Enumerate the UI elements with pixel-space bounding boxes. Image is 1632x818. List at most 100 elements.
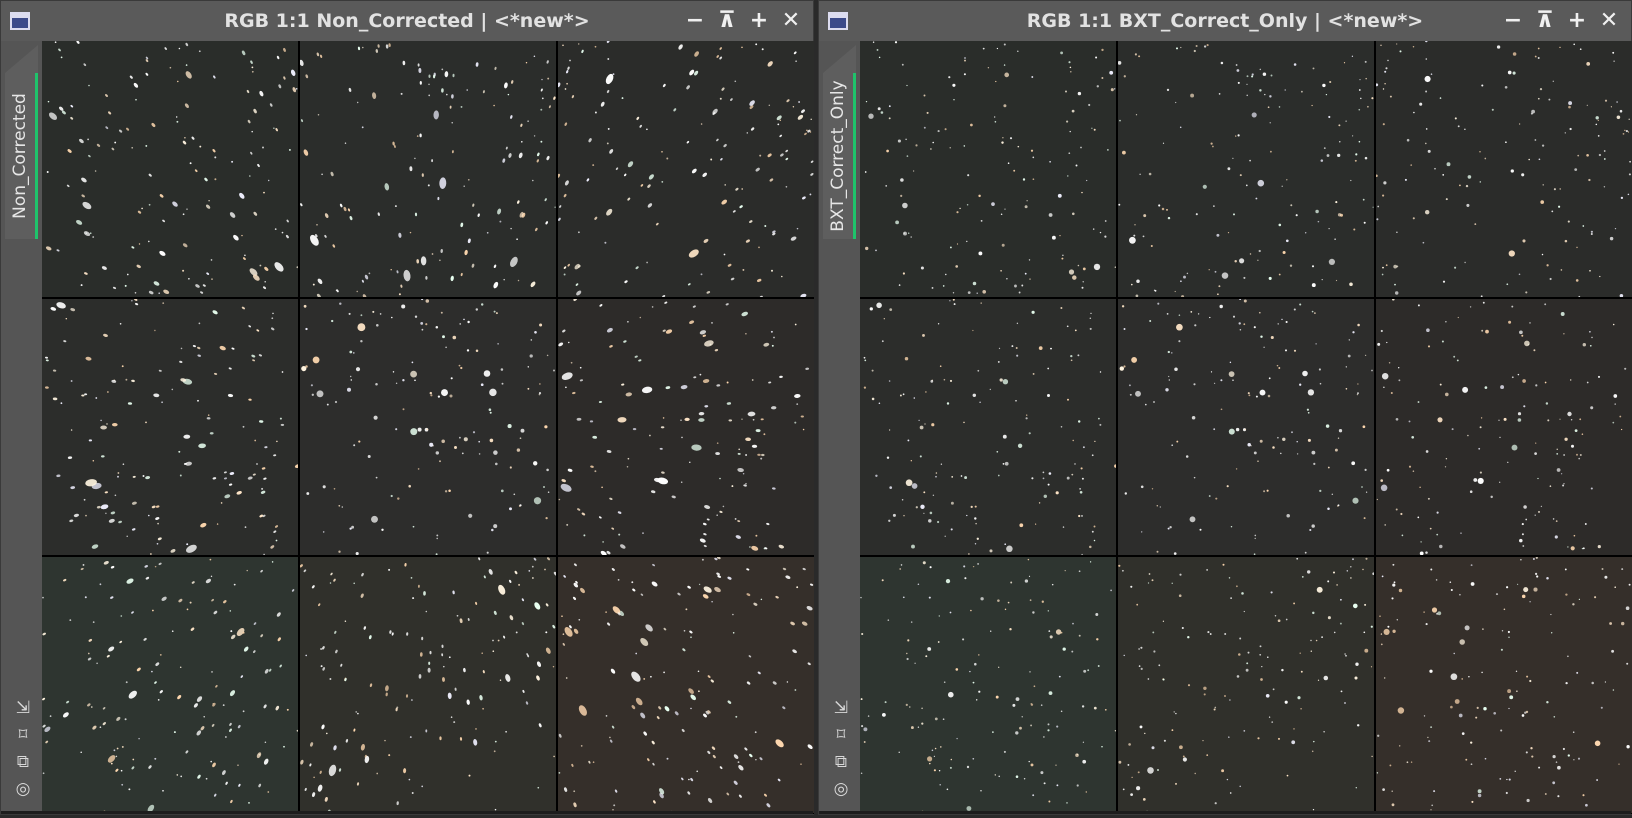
star: [1511, 376, 1514, 379]
star: [536, 661, 542, 668]
star: [1218, 285, 1221, 288]
title-bar[interactable]: RGB 1:1 Non_Corrected | <*new*> − ⊼ + ✕: [1, 1, 813, 41]
star: [1541, 144, 1545, 147]
star: [878, 56, 881, 59]
star: [518, 152, 523, 159]
star: [1445, 321, 1447, 323]
star: [344, 142, 347, 144]
fit-view-icon[interactable]: ⌑: [12, 726, 34, 744]
target-icon[interactable]: ◎: [830, 780, 852, 798]
star: [949, 300, 951, 302]
star: [429, 391, 433, 395]
star: [429, 442, 434, 447]
clone-view-icon[interactable]: ⧉: [12, 753, 34, 771]
star: [256, 752, 262, 759]
star: [1144, 732, 1146, 735]
star: [273, 530, 277, 533]
star: [575, 283, 579, 286]
star: [567, 468, 573, 472]
star: [510, 227, 512, 230]
close-icon[interactable]: ✕: [775, 1, 807, 41]
star: [128, 788, 131, 791]
target-icon[interactable]: ◎: [12, 780, 34, 798]
star: [1277, 737, 1281, 740]
star: [119, 129, 123, 133]
star: [131, 766, 135, 770]
star: [1236, 585, 1238, 588]
star: [1595, 116, 1599, 120]
star: [1061, 257, 1064, 260]
star: [410, 428, 418, 436]
resize-arrow-icon[interactable]: ⇲: [12, 699, 34, 717]
clone-view-icon[interactable]: ⧉: [830, 753, 852, 771]
star: [107, 391, 109, 393]
star: [1002, 379, 1009, 385]
star: [1586, 104, 1588, 106]
resize-arrow-icon[interactable]: ⇲: [830, 699, 852, 717]
star: [1484, 157, 1487, 160]
star: [1133, 234, 1136, 237]
star: [732, 210, 736, 213]
star: [640, 712, 646, 719]
star: [191, 136, 195, 140]
star: [259, 90, 264, 97]
view-tab[interactable]: BXT_Correct_Only: [823, 73, 856, 239]
star: [358, 440, 361, 443]
star: [1187, 684, 1191, 687]
star: [151, 670, 153, 673]
star: [567, 263, 570, 267]
star: [1477, 793, 1482, 798]
image-canvas[interactable]: [42, 41, 814, 814]
fit-view-icon[interactable]: ⌑: [830, 726, 852, 744]
star: [1300, 708, 1302, 710]
shade-icon[interactable]: ⊼: [711, 1, 743, 41]
star: [755, 758, 757, 761]
star: [348, 87, 352, 92]
star: [1175, 47, 1179, 50]
star: [1178, 340, 1181, 343]
star: [1431, 607, 1438, 613]
star: [1408, 420, 1411, 423]
star: [385, 685, 389, 692]
star: [1151, 579, 1154, 582]
shade-icon[interactable]: ⊼: [1529, 1, 1561, 41]
view-tab[interactable]: Non_Corrected: [5, 73, 38, 239]
star: [1311, 310, 1314, 313]
star: [956, 737, 958, 740]
star: [1051, 583, 1054, 586]
close-icon[interactable]: ✕: [1593, 1, 1625, 41]
star: [1109, 70, 1114, 75]
minimize-icon[interactable]: −: [1497, 1, 1529, 41]
star: [505, 674, 511, 682]
star: [631, 581, 634, 584]
star: [1394, 291, 1399, 295]
star: [1166, 313, 1169, 315]
star: [1538, 766, 1541, 769]
star: [100, 455, 105, 458]
star: [1467, 175, 1472, 179]
star: [768, 381, 772, 384]
star: [425, 610, 428, 613]
star: [704, 340, 714, 347]
minimize-icon[interactable]: −: [679, 1, 711, 41]
star: [872, 41, 875, 43]
image-canvas[interactable]: [860, 41, 1632, 814]
star: [1552, 781, 1556, 785]
star: [261, 487, 264, 490]
star: [1398, 367, 1400, 369]
star: [901, 499, 904, 501]
maximize-icon[interactable]: +: [1561, 1, 1593, 41]
star: [1599, 275, 1601, 278]
title-bar[interactable]: RGB 1:1 BXT_Correct_Only | <*new*> − ⊼ + ✕: [819, 1, 1631, 41]
star: [711, 746, 716, 750]
star: [963, 421, 965, 424]
star: [937, 641, 940, 643]
star: [435, 451, 440, 455]
maximize-icon[interactable]: +: [743, 1, 775, 41]
star: [492, 639, 494, 642]
star: [1529, 322, 1531, 324]
star: [810, 160, 814, 163]
star: [410, 370, 417, 378]
star: [463, 667, 466, 673]
star: [1552, 80, 1554, 82]
